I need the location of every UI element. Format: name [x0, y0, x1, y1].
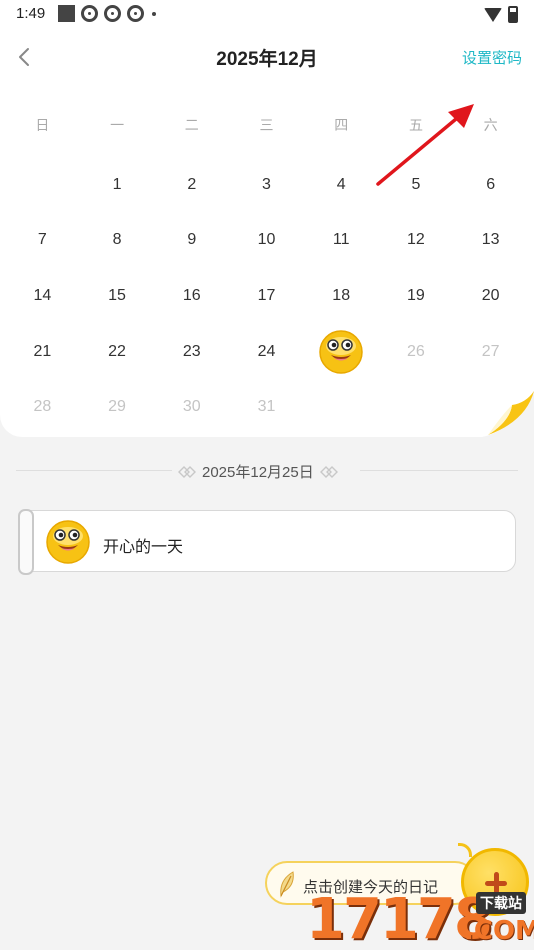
calendar-day[interactable]: 24	[229, 324, 304, 380]
happy-face-icon	[319, 329, 363, 374]
calendar-day[interactable]: 1	[80, 157, 155, 213]
calendar-day[interactable]: 7	[5, 213, 80, 269]
calendar-day[interactable]: 28	[5, 379, 80, 435]
calendar-day[interactable]: 17	[229, 268, 304, 324]
feather-icon	[280, 871, 294, 898]
calendar-day[interactable]: 16	[154, 268, 229, 324]
calendar-day[interactable]: 21	[5, 324, 80, 380]
happy-face-icon	[46, 520, 90, 564]
status-system-icons	[484, 6, 518, 23]
weekday-header: 日一二三四五六	[5, 115, 528, 135]
notification-ring-icon	[127, 5, 144, 22]
status-bar: 1:49	[0, 0, 534, 30]
calendar-day[interactable]: 22	[80, 324, 155, 380]
wifi-icon	[484, 7, 502, 22]
notification-ring-icon	[81, 5, 98, 22]
weekday-label: 一	[110, 117, 125, 133]
divider-right	[360, 470, 518, 471]
calendar-day[interactable]: 13	[453, 213, 528, 269]
weekday-label: 日	[35, 117, 50, 133]
calendar-day[interactable]: 9	[154, 213, 229, 269]
calendar-day[interactable]: 2	[154, 157, 229, 213]
page-title: 2025年12月	[216, 49, 318, 70]
status-notification-icons	[58, 5, 156, 22]
calendar-day[interactable]: 5	[379, 157, 454, 213]
calendar-day[interactable]: 26	[379, 324, 454, 380]
weekday-label: 三	[259, 117, 274, 133]
battery-icon	[508, 6, 518, 23]
calendar-day[interactable]: 8	[80, 213, 155, 269]
calendar-day-empty	[5, 157, 80, 213]
notification-ring-icon	[104, 5, 121, 22]
calendar-grid: 1 2 3 4 5 6 7 8 9 10 11 12 13 14 15 16 17 18 19 20 21 22 23 24 2…	[5, 157, 528, 435]
page-curl-icon	[482, 391, 534, 437]
calendar-day[interactable]: 6	[453, 157, 528, 213]
watermark-tag: 下载站	[476, 892, 526, 914]
calendar-day[interactable]: 19	[379, 268, 454, 324]
calendar-day[interactable]: 27	[453, 324, 528, 380]
more-notifications-dot-icon	[152, 11, 156, 16]
calendar-day[interactable]: 29	[80, 379, 155, 435]
entry-binding-icon	[18, 509, 34, 575]
weekday-label: 二	[184, 117, 199, 133]
weekday-label: 六	[483, 117, 498, 133]
weekday-label: 四	[334, 117, 349, 133]
calendar-day[interactable]: 18	[304, 268, 379, 324]
calendar-day[interactable]: 4	[304, 157, 379, 213]
set-password-button[interactable]: 设置密码	[462, 47, 522, 68]
calendar-day[interactable]: 30	[154, 379, 229, 435]
calendar-day-selected[interactable]	[304, 324, 379, 380]
calendar-day-empty	[379, 379, 454, 435]
calendar-day[interactable]: 20	[453, 268, 528, 324]
calendar-day[interactable]: 23	[154, 324, 229, 380]
diamond-ornament-icon	[178, 465, 196, 478]
watermark-logo: 17178 下载站 .COM	[306, 890, 534, 950]
calendar-day[interactable]: 10	[229, 213, 304, 269]
calendar-day[interactable]: 3	[229, 157, 304, 213]
selected-date: 2025年12月25日	[202, 464, 314, 481]
watermark-suffix: .COM	[464, 916, 534, 946]
calendar-day[interactable]: 11	[304, 213, 379, 269]
calendar-day[interactable]: 12	[379, 213, 454, 269]
calendar-day[interactable]: 31	[229, 379, 304, 435]
entry-text: 开心的一天	[103, 539, 184, 556]
sparkle-icon	[458, 843, 472, 857]
status-time: 1:49	[16, 5, 46, 22]
calendar-day[interactable]: 15	[80, 268, 155, 324]
diamond-ornament-icon	[319, 465, 338, 478]
calendar-card: 2025年12月 设置密码 日一二三四五六 1 2 3 4 5 6 7 8 9 10 11 12 13 1…	[0, 30, 534, 437]
diary-entry[interactable]: 开心的一天	[18, 509, 516, 575]
selected-date-row: 2025年12月25日	[178, 461, 338, 482]
weekday-label: 五	[408, 117, 423, 133]
notification-square-icon	[58, 5, 75, 22]
calendar-day[interactable]: 14	[5, 268, 80, 324]
calendar-day-empty	[304, 379, 379, 435]
divider-left	[16, 470, 172, 471]
